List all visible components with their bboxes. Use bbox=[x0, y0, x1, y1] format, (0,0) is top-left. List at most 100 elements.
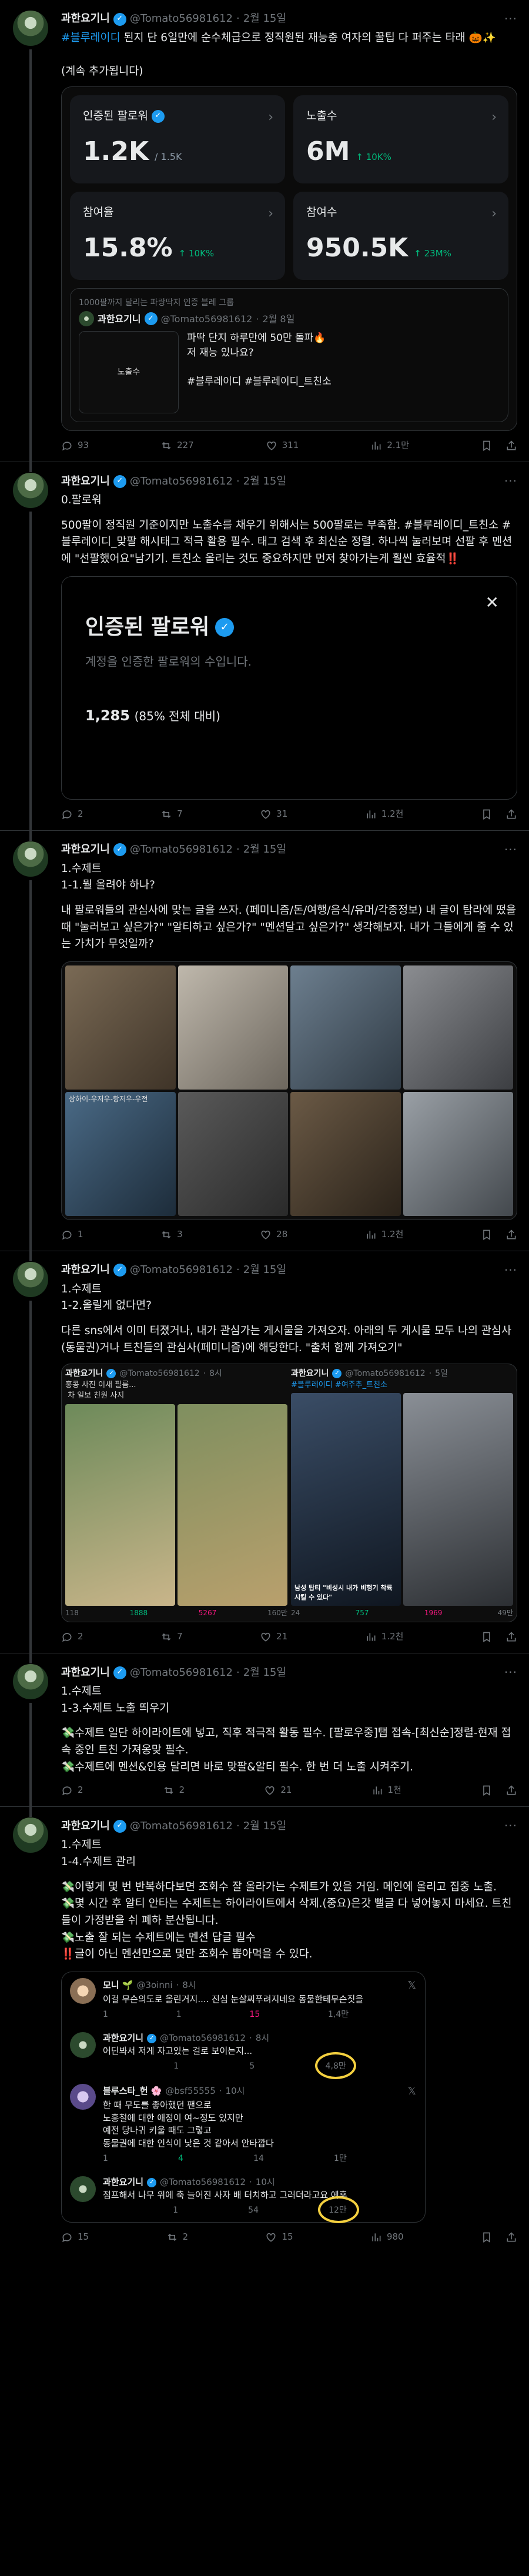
reply-button[interactable]: 2 bbox=[61, 808, 83, 821]
media-image[interactable] bbox=[65, 965, 176, 1090]
tweet-date[interactable]: 2월 15일 bbox=[243, 1262, 286, 1278]
bookmark-button[interactable] bbox=[481, 1229, 493, 1241]
avatar[interactable] bbox=[13, 1261, 48, 1297]
author-name[interactable]: 과한요기니 bbox=[61, 474, 110, 489]
inner-tweet-1[interactable]: 과한요기니 ✓ @Tomato56981612 · 8시 홍콩 사진 이새 필름... … bbox=[65, 1368, 287, 1618]
share-button[interactable] bbox=[505, 2231, 517, 2243]
reply-item[interactable]: 블루스타_헌 🌸 @bsf55555 · 10시 𝕏 한 때 무도를 좋아했던 팬으로 … bbox=[62, 2078, 425, 2170]
author-handle[interactable]: @Tomato56981612 bbox=[130, 842, 233, 857]
avatar[interactable] bbox=[13, 841, 48, 877]
retweet-button[interactable]: 2 bbox=[163, 1784, 185, 1797]
reply-button[interactable]: 2 bbox=[61, 1784, 83, 1797]
bookmark-button[interactable] bbox=[481, 808, 493, 820]
retweet-button[interactable]: 7 bbox=[160, 1631, 183, 1643]
more-options-icon[interactable]: ··· bbox=[504, 841, 517, 858]
quoted-tweet[interactable]: 1000팔까지 달리는 파랑딱지 인증 블레 그룹 과한요기니 ✓ @Tomat… bbox=[70, 288, 508, 423]
reply-button[interactable]: 93 bbox=[61, 439, 89, 452]
retweet-button[interactable]: 227 bbox=[160, 439, 194, 452]
more-options-icon[interactable]: ··· bbox=[504, 1262, 517, 1279]
author-name[interactable]: 과한요기니 bbox=[61, 11, 110, 26]
views-button[interactable]: 1.2천 bbox=[365, 1228, 403, 1241]
media-image[interactable] bbox=[403, 1091, 513, 1216]
media-image[interactable]: 상하이-우저우-항저우-우전 bbox=[65, 1091, 176, 1216]
media-image[interactable] bbox=[403, 1393, 513, 1606]
hashtag-link[interactable]: #블루레이디 bbox=[61, 32, 120, 44]
media-image[interactable] bbox=[290, 965, 401, 1090]
more-options-icon[interactable]: ··· bbox=[504, 473, 517, 490]
media-grid[interactable]: 상하이-우저우-항저우-우전 bbox=[61, 961, 517, 1220]
reply-button[interactable]: 1 bbox=[61, 1228, 83, 1241]
more-options-icon[interactable]: ··· bbox=[504, 1664, 517, 1681]
author-name[interactable]: 과한요기니 bbox=[61, 842, 110, 857]
close-icon[interactable]: ✕ bbox=[486, 591, 499, 615]
views-button[interactable]: 2.1만 bbox=[370, 439, 409, 452]
media-image[interactable]: 남성 탑티 "비성시 내가 비행기 착륙시킬 수 있다" bbox=[291, 1393, 401, 1606]
tweet-date[interactable]: 2월 15일 bbox=[243, 11, 286, 26]
avatar[interactable] bbox=[13, 473, 48, 509]
stat-engagement-rate[interactable]: 참여율 › 15.8% ↑ 10K% bbox=[70, 192, 285, 280]
tweet-date[interactable]: 2월 15일 bbox=[243, 1819, 286, 1834]
author-handle[interactable]: @Tomato56981612 bbox=[130, 1819, 233, 1834]
reply-screenshot[interactable]: 모니 🌱 @3oinni · 8시 𝕏 이걸 무슨의도로 올린거지.... 진심 눈살찌… bbox=[61, 1971, 426, 2223]
retweet-button[interactable]: 3 bbox=[160, 1228, 183, 1241]
author-handle[interactable]: @Tomato56981612 bbox=[130, 1262, 233, 1278]
avatar[interactable] bbox=[13, 11, 48, 46]
bookmark-button[interactable] bbox=[481, 2231, 493, 2243]
tweet-date[interactable]: 2월 15일 bbox=[243, 474, 286, 489]
more-options-icon[interactable]: ··· bbox=[504, 1817, 517, 1835]
reply-item[interactable]: 모니 🌱 @3oinni · 8시 𝕏 이걸 무슨의도로 올린거지.... 진심 눈살찌… bbox=[62, 1972, 425, 2026]
views-button[interactable]: 1.2천 bbox=[365, 1631, 403, 1643]
more-options-icon[interactable]: ··· bbox=[504, 11, 517, 28]
like-button[interactable]: 28 bbox=[260, 1228, 287, 1241]
avatar[interactable] bbox=[13, 1664, 48, 1700]
tweet-3[interactable]: 과한요기니 ✓ @Tomato56981612 · 2월 15일 ··· 1.수… bbox=[0, 831, 529, 1261]
media-image[interactable] bbox=[178, 965, 288, 1090]
bookmark-button[interactable] bbox=[481, 440, 493, 452]
author-name[interactable]: 과한요기니 bbox=[61, 1819, 110, 1834]
tweet-date[interactable]: 2월 15일 bbox=[243, 1665, 286, 1680]
share-button[interactable] bbox=[505, 1631, 517, 1643]
views-button[interactable]: 1.2천 bbox=[365, 808, 403, 821]
tweet-1[interactable]: 과한요기니 ✓ @Tomato56981612 · 2월 15일 ··· #블루… bbox=[0, 0, 529, 473]
reply-button[interactable]: 15 bbox=[61, 2231, 89, 2244]
share-button[interactable] bbox=[505, 1785, 517, 1796]
reply-item[interactable]: 과한요기니 ✓ @Tomato56981612 · 8시 어딘봐서 저게 자고있는 걸로… bbox=[62, 2026, 425, 2079]
bookmark-button[interactable] bbox=[481, 1631, 493, 1643]
tweet-date[interactable]: 2월 15일 bbox=[243, 842, 286, 857]
inner-tweet-2[interactable]: 과한요기니 ✓ @Tomato56981612 · 5일 #블루레이디 #여주추_트친소… bbox=[291, 1368, 513, 1618]
tweet-2[interactable]: 과한요기니 ✓ @Tomato56981612 · 2월 15일 ··· 0.팔… bbox=[0, 462, 529, 841]
like-button[interactable]: 21 bbox=[260, 1631, 287, 1643]
media-image[interactable] bbox=[178, 1404, 287, 1606]
media-screenshots[interactable]: 과한요기니 ✓ @Tomato56981612 · 8시 홍콩 사진 이새 필름... … bbox=[61, 1364, 517, 1623]
media-image[interactable] bbox=[403, 965, 513, 1090]
views-button[interactable]: 1천 bbox=[371, 1784, 401, 1797]
views-button[interactable]: 980 bbox=[370, 2231, 404, 2244]
reply-item[interactable]: 과한요기니 ✓ @Tomato56981612 · 10시 점프해서 나무 위에 축 늘… bbox=[62, 2170, 425, 2223]
retweet-button[interactable]: 7 bbox=[160, 808, 183, 821]
like-button[interactable]: 31 bbox=[260, 808, 287, 821]
stat-impressions[interactable]: 노출수 › 6M ↑ 10K% bbox=[293, 95, 508, 184]
author-handle[interactable]: @Tomato56981612 bbox=[130, 11, 233, 26]
stat-verified-followers[interactable]: 인증된 팔로워 ✓ › 1.2K / 1.5K bbox=[70, 95, 285, 184]
share-button[interactable] bbox=[505, 808, 517, 820]
like-button[interactable]: 311 bbox=[266, 439, 299, 452]
avatar[interactable] bbox=[13, 1817, 48, 1853]
retweet-button[interactable]: 2 bbox=[166, 2231, 188, 2244]
stat-engagements[interactable]: 참여수 › 950.5K ↑ 23M% bbox=[293, 192, 508, 280]
tweet-6[interactable]: 과한요기니 ✓ @Tomato56981612 · 2월 15일 ··· 1.수… bbox=[0, 1807, 529, 2253]
tweet-4[interactable]: 과한요기니 ✓ @Tomato56981612 · 2월 15일 ··· 1.수… bbox=[0, 1251, 529, 1664]
media-image[interactable] bbox=[178, 1091, 288, 1216]
reply-button[interactable]: 2 bbox=[61, 1631, 83, 1643]
author-handle[interactable]: @Tomato56981612 bbox=[130, 474, 233, 489]
share-button[interactable] bbox=[505, 440, 517, 452]
media-image[interactable] bbox=[65, 1404, 175, 1606]
author-handle[interactable]: @Tomato56981612 bbox=[130, 1665, 233, 1680]
share-button[interactable] bbox=[505, 1229, 517, 1241]
media-image[interactable] bbox=[290, 1091, 401, 1216]
like-button[interactable]: 15 bbox=[265, 2231, 293, 2244]
like-button[interactable]: 21 bbox=[264, 1784, 292, 1797]
author-name[interactable]: 과한요기니 bbox=[61, 1262, 110, 1278]
bookmark-button[interactable] bbox=[481, 1785, 493, 1796]
tweet-5[interactable]: 과한요기니 ✓ @Tomato56981612 · 2월 15일 ··· 1.수… bbox=[0, 1653, 529, 1817]
author-name[interactable]: 과한요기니 bbox=[61, 1665, 110, 1680]
